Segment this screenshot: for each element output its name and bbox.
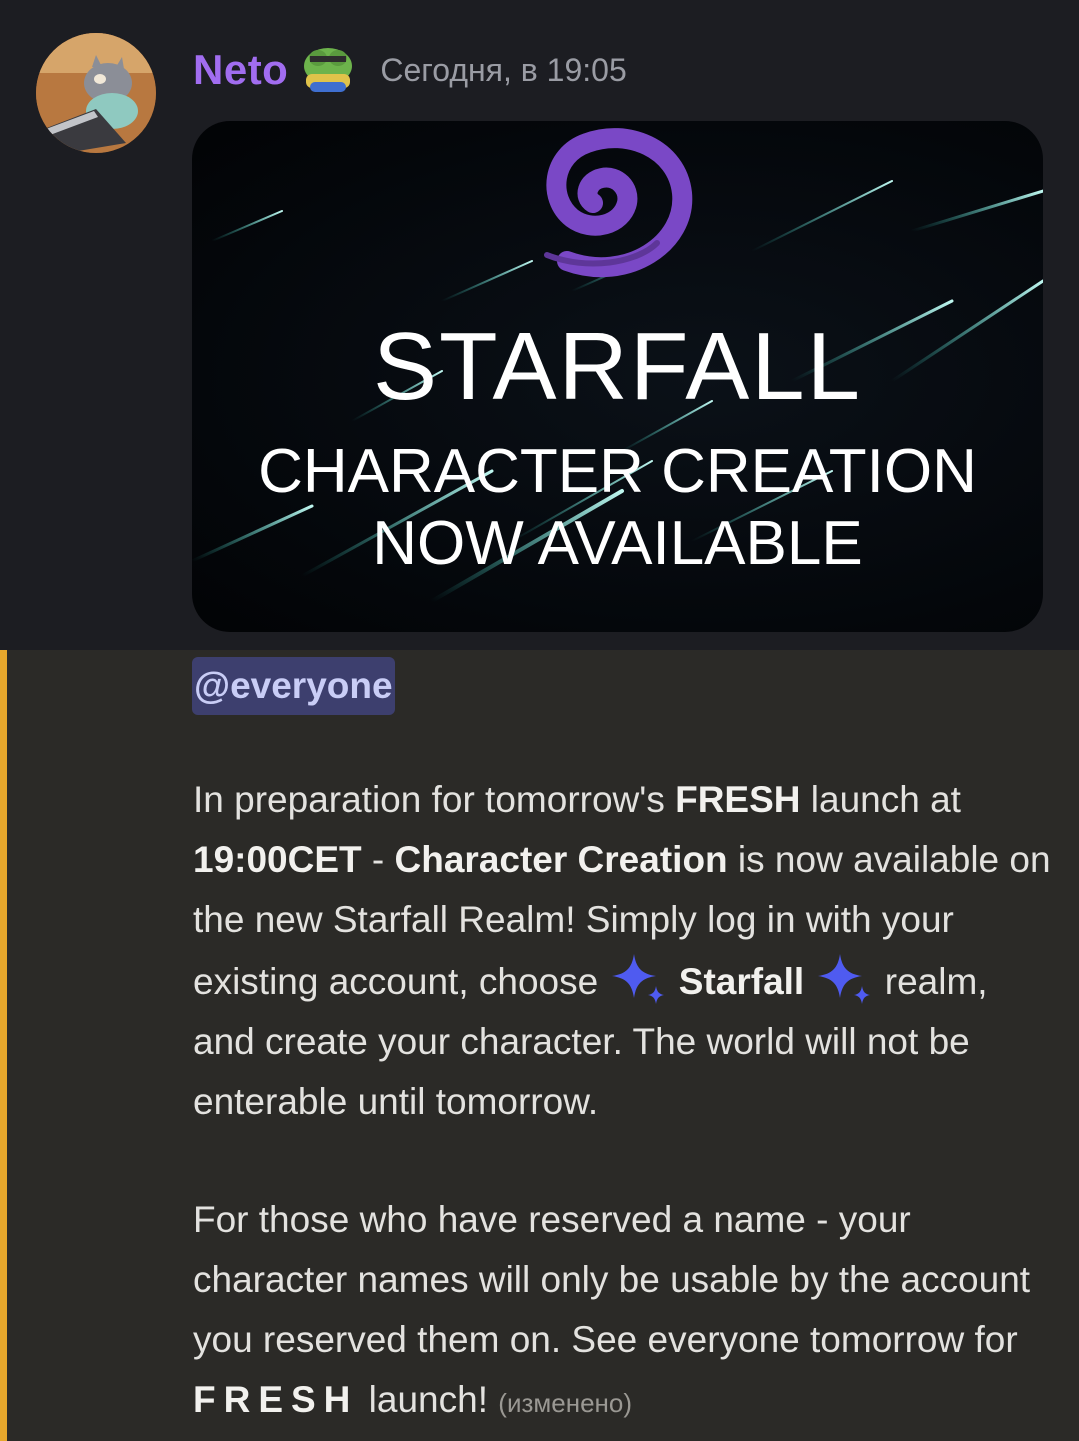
text-segment: In preparation for tomorrow's xyxy=(193,779,676,820)
paragraph-1: In preparation for tomorrow's FRESH laun… xyxy=(193,770,1053,1132)
banner-line-1: CHARACTER CREATION xyxy=(258,437,977,506)
banner-title: STARFALL xyxy=(372,313,863,420)
text-segment: For those who have reserved a name - you… xyxy=(193,1199,1031,1360)
message-text: In preparation for tomorrow's FRESH laun… xyxy=(193,770,1053,1433)
edited-label: (изменено) xyxy=(498,1388,633,1418)
spaced-fresh: FRESH xyxy=(193,1379,359,1420)
author-name[interactable]: Neto xyxy=(193,46,288,94)
bold-time: 19:00CET xyxy=(193,839,362,880)
text-segment: - xyxy=(361,839,395,880)
bold-character-creation: Character Creation xyxy=(394,839,728,880)
starfall-banner-image[interactable]: STARFALL CHARACTER CREATION NOW AVAILABL… xyxy=(192,121,1043,632)
bold-starfall: Starfall xyxy=(678,961,805,1002)
banner-line-2: NOW AVAILABLE xyxy=(372,509,863,578)
bold-fresh: FRESH xyxy=(675,779,801,820)
message-header: Neto Сегодня, в 19:05 xyxy=(193,40,627,100)
text-segment: launch at xyxy=(800,779,961,820)
avatar[interactable] xyxy=(36,33,156,153)
message-timestamp: Сегодня, в 19:05 xyxy=(380,51,627,88)
sparkles-emoji-icon xyxy=(814,950,874,1006)
paragraph-2: For those who have reserved a name - you… xyxy=(193,1190,1053,1433)
sparkles-emoji-icon xyxy=(608,950,668,1006)
text-segment: launch! xyxy=(358,1379,499,1420)
mention-highlight-bar xyxy=(0,650,7,1441)
cat-with-laptop-avatar-icon xyxy=(36,33,156,153)
purple-spiral-logo xyxy=(544,128,693,278)
frog-emoji-icon xyxy=(300,44,356,96)
everyone-mention[interactable]: @everyone xyxy=(192,657,395,715)
